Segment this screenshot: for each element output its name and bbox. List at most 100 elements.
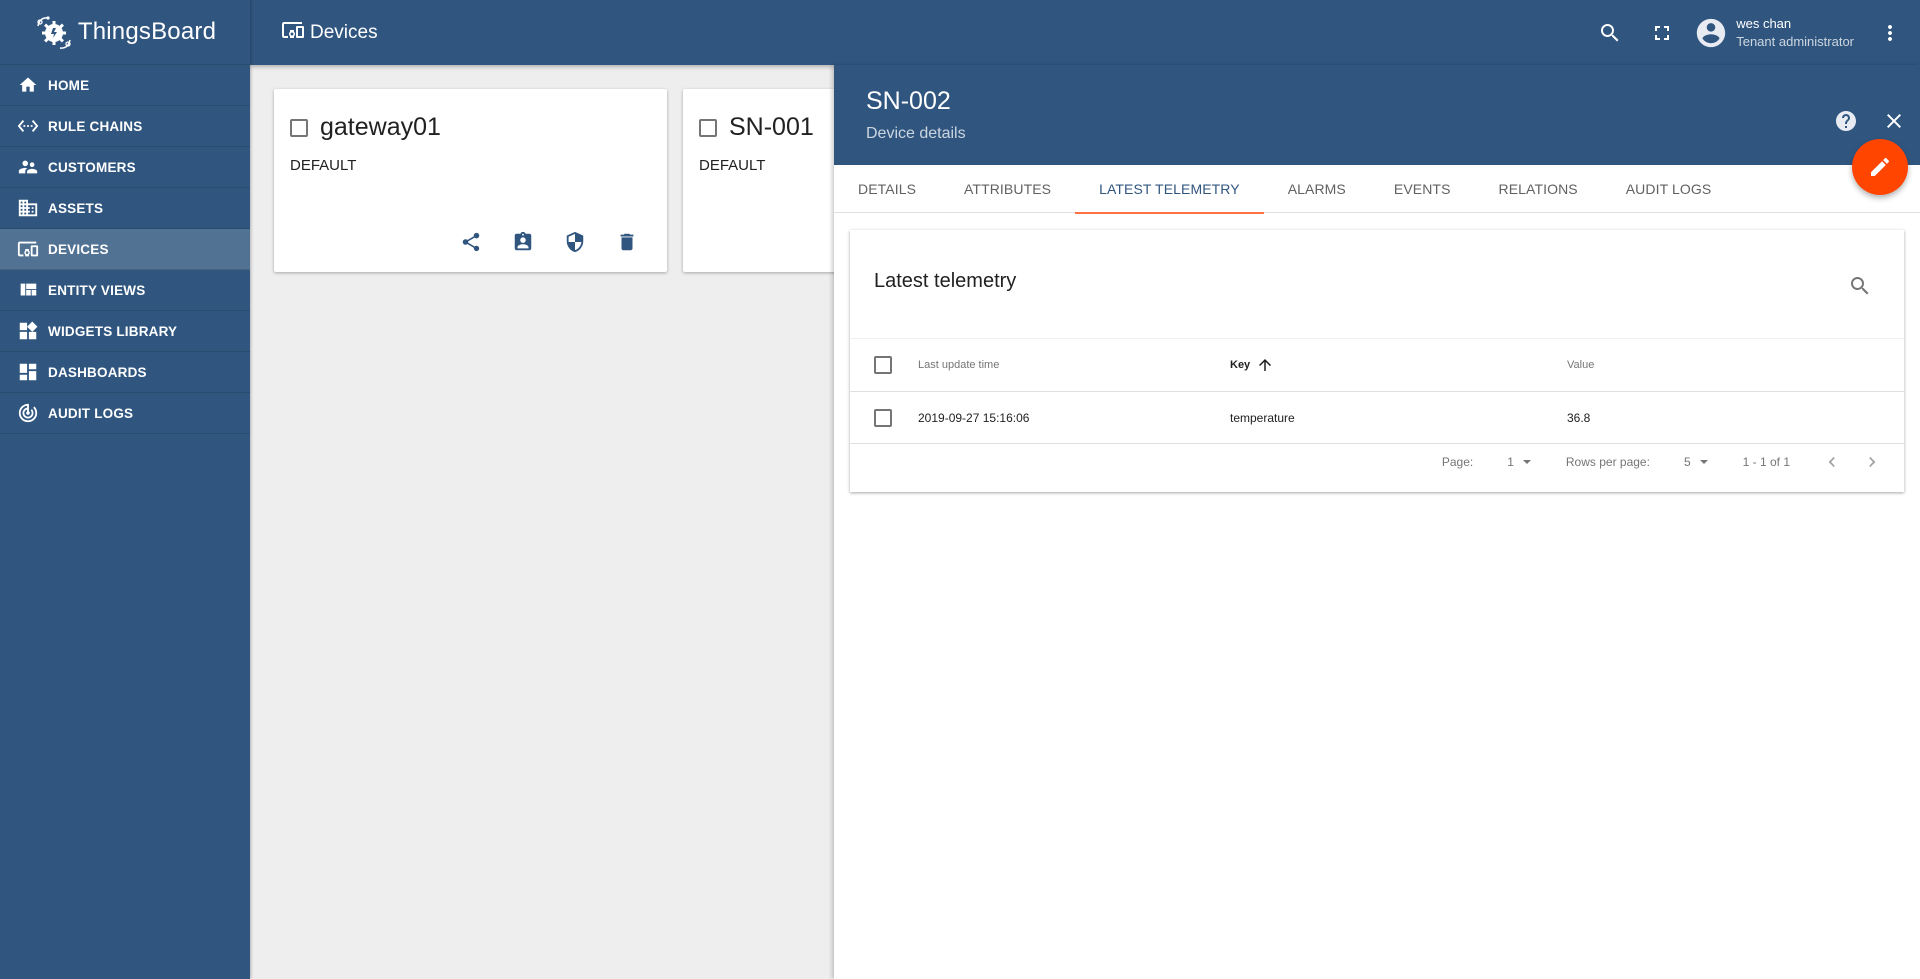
share-icon: [462, 232, 480, 252]
chevron-right-icon: [1869, 457, 1876, 467]
delete-device-button[interactable]: [611, 226, 643, 258]
device-name: gateway01: [320, 113, 441, 141]
device-name: SN-001: [729, 113, 814, 141]
column-header-label: Value: [1567, 359, 1595, 371]
close-panel-button[interactable]: [1874, 101, 1914, 141]
top-toolbar: Devices wes chan Tenant administrator: [250, 0, 1920, 65]
device-details-panel: SN-002 Device details DETAILS ATTRIBUTES…: [834, 65, 1920, 979]
more-vert-icon: [1888, 24, 1892, 41]
chevron-left-icon: [1828, 457, 1835, 467]
search-icon: [1601, 23, 1619, 41]
details-tabs: DETAILS ATTRIBUTES LATEST TELEMETRY ALAR…: [834, 165, 1920, 214]
user-menu[interactable]: wes chan Tenant administrator: [1694, 15, 1854, 51]
assign-to-customer-button[interactable]: [507, 226, 539, 258]
sidebar-item-entity-views[interactable]: ENTITY VIEWS: [0, 270, 250, 311]
brand-name: ThingsBoard: [77, 18, 217, 45]
domain-icon: [16, 196, 40, 220]
cell-last-update-time: 2019-09-27 15:16:06: [918, 410, 1030, 425]
panel-title: SN-002: [866, 87, 951, 115]
sidebar-item-dashboards[interactable]: DASHBOARDS: [0, 352, 250, 393]
page-title-text: Devices: [310, 21, 378, 43]
search-button[interactable]: [1590, 13, 1630, 53]
manage-credentials-button[interactable]: [559, 226, 591, 258]
user-name: wes chan: [1736, 15, 1792, 31]
sidebar-item-home[interactable]: HOME: [0, 65, 250, 106]
sidebar-item-audit-logs[interactable]: AUDIT LOGS: [0, 393, 250, 434]
previous-page-button[interactable]: [1812, 448, 1852, 476]
edit-button[interactable]: [1852, 139, 1908, 195]
track-changes-icon: [16, 401, 40, 425]
row-select-checkbox[interactable]: [874, 408, 892, 427]
page-range: 1 - 1 of 1: [1742, 455, 1790, 469]
telemetry-table: Last update time Key Value 2019-09-27 15…: [850, 338, 1904, 444]
sidebar-nav: HOME RULE CHAINS CUSTOMERS ASSETS DEVICE…: [0, 65, 250, 434]
account-circle-icon: [1697, 18, 1726, 47]
help-button[interactable]: [1826, 101, 1866, 141]
column-header-label: Last update time: [918, 359, 1000, 371]
rows-per-page-select[interactable]: 5: [1684, 455, 1709, 469]
security-icon: [566, 231, 584, 253]
column-header-last-update-time[interactable]: Last update time: [918, 359, 999, 371]
device-card-actions: [455, 226, 643, 258]
arrow-drop-down-icon: [1522, 460, 1531, 464]
sidebar-item-label: AUDIT LOGS: [48, 405, 134, 421]
device-select-checkbox[interactable]: [699, 118, 717, 137]
telemetry-title: Latest telemetry: [874, 270, 1017, 292]
column-header-label: Key: [1230, 359, 1251, 371]
sidebar: ThingsBoard HOME RULE CHAINS CUSTOMERS A…: [0, 0, 250, 979]
supervisor-account-icon: [16, 155, 40, 179]
tab-attributes[interactable]: ATTRIBUTES: [940, 165, 1075, 213]
assignment-ind-icon: [514, 231, 532, 251]
logo[interactable]: ThingsBoard: [0, 0, 250, 65]
user-role: Tenant administrator: [1736, 33, 1854, 49]
help-icon: [1836, 111, 1856, 131]
tab-events[interactable]: EVENTS: [1370, 165, 1475, 213]
tab-relations[interactable]: RELATIONS: [1475, 165, 1602, 213]
sidebar-item-label: CUSTOMERS: [48, 159, 136, 175]
settings-ethernet-icon: [16, 114, 40, 138]
fullscreen-button[interactable]: [1642, 13, 1682, 53]
table-row[interactable]: 2019-09-27 15:16:06 temperature 36.8: [850, 392, 1904, 444]
sidebar-item-label: DEVICES: [48, 241, 109, 257]
column-header-key[interactable]: Key: [1230, 356, 1274, 374]
rows-per-page-value: 5: [1683, 455, 1691, 469]
delete-icon: [620, 233, 634, 251]
sidebar-item-devices[interactable]: DEVICES: [0, 229, 250, 270]
dashboard-icon: [16, 360, 40, 384]
toolbar-actions: wes chan Tenant administrator: [1590, 0, 1920, 65]
arrow-drop-down-icon: [1699, 460, 1708, 464]
telemetry-search-button[interactable]: [1840, 266, 1880, 306]
devices-other-icon: [281, 18, 305, 48]
column-header-value[interactable]: Value: [1567, 359, 1594, 371]
fullscreen-icon: [1655, 25, 1670, 40]
app-root: ThingsBoard HOME RULE CHAINS CUSTOMERS A…: [0, 0, 1920, 979]
latest-telemetry-card: Latest telemetry Last update time Key Va…: [850, 230, 1904, 492]
search-icon: [1851, 277, 1869, 295]
widgets-icon: [16, 319, 40, 343]
device-type: DEFAULT: [699, 157, 766, 174]
tab-details[interactable]: DETAILS: [834, 165, 940, 213]
select-all-checkbox[interactable]: [874, 356, 892, 374]
next-page-button[interactable]: [1852, 448, 1892, 476]
cell-key: temperature: [1230, 410, 1295, 425]
sidebar-item-label: ASSETS: [48, 200, 104, 216]
arrow-upward-icon: [1259, 359, 1272, 371]
sidebar-item-label: DASHBOARDS: [48, 364, 147, 380]
page-title: Devices: [281, 18, 378, 48]
sidebar-item-rule-chains[interactable]: RULE CHAINS: [0, 106, 250, 147]
pagination: Page: 1 Rows per page: 5 1 - 1 of 1: [1442, 448, 1892, 476]
sidebar-item-assets[interactable]: ASSETS: [0, 188, 250, 229]
tab-audit-logs[interactable]: AUDIT LOGS: [1602, 165, 1736, 213]
sidebar-item-customers[interactable]: CUSTOMERS: [0, 147, 250, 188]
sidebar-item-widgets-library[interactable]: WIDGETS LIBRARY: [0, 311, 250, 352]
tab-latest-telemetry[interactable]: LATEST TELEMETRY: [1075, 165, 1264, 214]
more-options-button[interactable]: [1870, 13, 1910, 53]
sidebar-item-label: ENTITY VIEWS: [48, 282, 146, 298]
share-button[interactable]: [455, 226, 487, 258]
tab-alarms[interactable]: ALARMS: [1264, 165, 1370, 213]
device-select-checkbox[interactable]: [290, 118, 308, 137]
page-select[interactable]: 1: [1507, 455, 1532, 469]
close-icon: [1887, 114, 1901, 128]
sidebar-item-label: HOME: [48, 77, 90, 93]
device-card[interactable]: gateway01 DEFAULT: [274, 89, 667, 272]
